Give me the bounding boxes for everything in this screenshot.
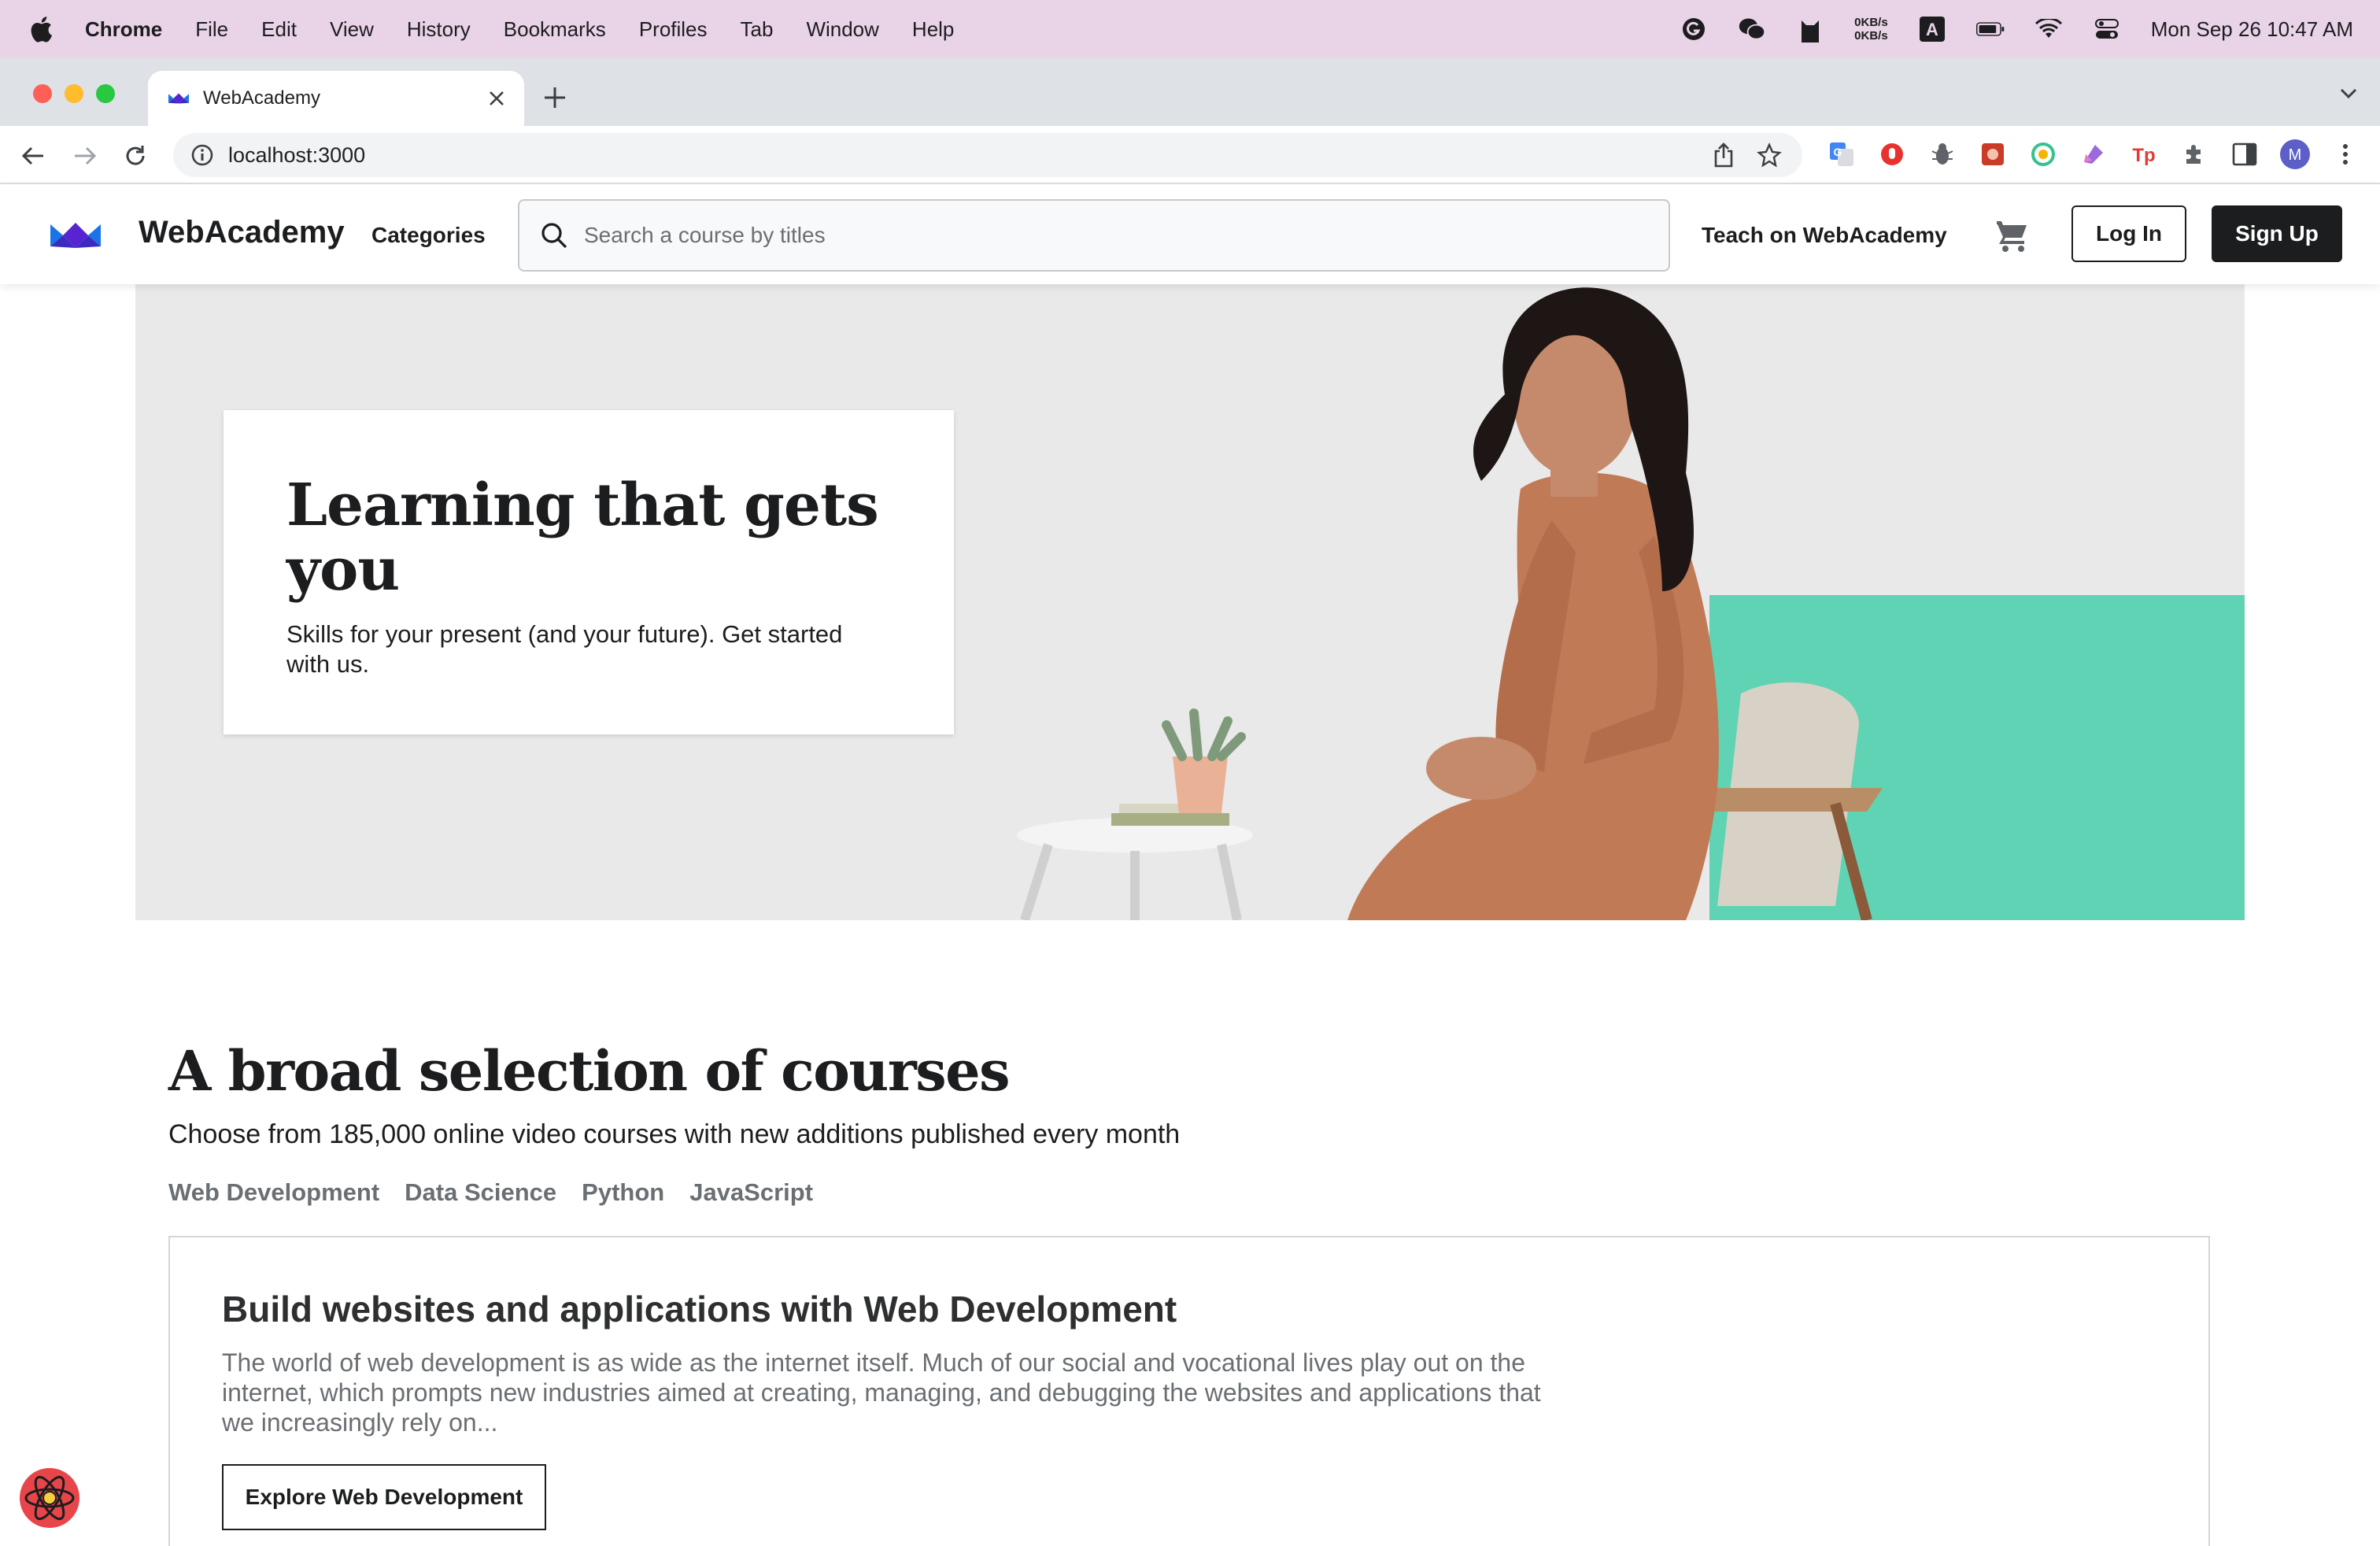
course-category-tabs: Web Development Data Science Python Java… xyxy=(168,1178,2210,1207)
panel-title: Build websites and applications with Web… xyxy=(222,1289,1177,1330)
tab-javascript[interactable]: JavaScript xyxy=(689,1178,813,1207)
menu-profiles[interactable]: Profiles xyxy=(639,17,708,42)
menu-bar-status-area: 0KB/s 0KB/s A Mon Sep 26 10:47 AM xyxy=(1680,0,2353,58)
reload-icon[interactable] xyxy=(120,140,151,172)
teach-link[interactable]: Teach on WebAcademy xyxy=(1702,223,1947,248)
back-arrow-icon[interactable] xyxy=(17,140,49,172)
tab-search-chevron-icon[interactable] xyxy=(2339,87,2358,103)
minimize-window-button[interactable] xyxy=(65,84,83,103)
extensions-puzzle-icon[interactable] xyxy=(2179,139,2210,170)
menu-file[interactable]: File xyxy=(195,17,228,42)
cart-icon[interactable] xyxy=(1993,216,2032,256)
grammarly-icon[interactable] xyxy=(1680,15,1708,43)
close-tab-icon[interactable] xyxy=(485,87,508,110)
search-icon xyxy=(538,220,570,251)
apple-icon[interactable] xyxy=(28,17,54,43)
webacademy-logo-icon[interactable] xyxy=(50,218,101,253)
tab-web-development[interactable]: Web Development xyxy=(168,1178,379,1207)
panel-description: The world of web development is as wide … xyxy=(222,1348,1541,1437)
tab-favicon-icon xyxy=(168,88,189,109)
browser-tab-active[interactable]: WebAcademy xyxy=(148,71,524,126)
site-header: WebAcademy Categories Teach on WebAcadem… xyxy=(0,185,2380,284)
wechat-icon[interactable] xyxy=(1738,15,1766,43)
browser-tab-strip: WebAcademy xyxy=(0,58,2380,126)
profile-initial: M xyxy=(2289,146,2302,164)
network-speed: 0KB/s 0KB/s xyxy=(1854,16,1888,43)
green-circle-extension-icon[interactable] xyxy=(2027,139,2059,170)
brand-name[interactable]: WebAcademy xyxy=(139,215,345,250)
menu-app-chrome[interactable]: Chrome xyxy=(85,17,162,42)
categories-menu[interactable]: Categories xyxy=(371,223,486,248)
courses-subtitle: Choose from 185,000 online video courses… xyxy=(168,1119,1181,1149)
address-bar-actions xyxy=(1713,142,1782,172)
menu-view[interactable]: View xyxy=(330,17,374,42)
course-category-panel: Build websites and applications with Web… xyxy=(168,1236,2210,1546)
side-panel-icon[interactable] xyxy=(2229,139,2260,170)
course-search[interactable] xyxy=(518,199,1670,272)
explore-button[interactable]: Explore Web Development xyxy=(222,1464,546,1530)
browser-menu-icon[interactable] xyxy=(2330,139,2361,170)
purple-extension-icon[interactable] xyxy=(2078,139,2109,170)
menu-history[interactable]: History xyxy=(407,17,471,42)
hero-subtitle: Skills for your present (and your future… xyxy=(286,620,843,678)
address-bar[interactable]: localhost:3000 xyxy=(173,133,1802,177)
bookmark-star-icon[interactable] xyxy=(1757,142,1782,172)
hero-card: Learning that gets you Skills for your p… xyxy=(224,410,954,734)
menu-edit[interactable]: Edit xyxy=(261,17,297,42)
google-translate-icon[interactable]: G xyxy=(1826,139,1857,170)
menu-tab[interactable]: Tab xyxy=(741,17,774,42)
search-input[interactable] xyxy=(584,223,1607,248)
signup-button[interactable]: Sign Up xyxy=(2212,205,2342,262)
react-devtools-icon[interactable] xyxy=(17,1466,82,1530)
courses-title: A broad selection of courses xyxy=(168,1038,1011,1104)
hero-banner: Learning that gets you Skills for your p… xyxy=(135,284,2245,920)
network-speed-down: 0KB/s xyxy=(1854,29,1888,43)
menu-window[interactable]: Window xyxy=(806,17,878,42)
menu-bar-clock[interactable]: Mon Sep 26 10:47 AM xyxy=(2151,17,2353,42)
profile-avatar[interactable]: M xyxy=(2279,139,2311,170)
wifi-icon[interactable] xyxy=(2034,15,2063,43)
battery-icon[interactable] xyxy=(1975,15,2005,43)
tab-data-science[interactable]: Data Science xyxy=(405,1178,556,1207)
close-window-button[interactable] xyxy=(33,84,52,103)
hero-title: Learning that gets you xyxy=(286,472,879,604)
tp-extension-icon[interactable]: Tp xyxy=(2128,139,2160,170)
share-icon[interactable] xyxy=(1713,142,1735,172)
site-info-icon[interactable] xyxy=(190,143,214,167)
svg-text:Tp: Tp xyxy=(2132,145,2155,166)
red-extension-icon[interactable] xyxy=(1977,139,2009,170)
menu-bookmarks[interactable]: Bookmarks xyxy=(504,17,606,42)
bug-extension-icon[interactable] xyxy=(1927,139,1958,170)
maximize-window-button[interactable] xyxy=(96,84,115,103)
tab-title: WebAcademy xyxy=(203,87,320,109)
control-center-icon[interactable] xyxy=(2093,15,2121,43)
forward-arrow-icon[interactable] xyxy=(69,140,101,172)
courses-section: A broad selection of courses Choose from… xyxy=(168,1036,2210,1546)
input-source-icon[interactable]: A xyxy=(1918,15,1946,43)
tab-python[interactable]: Python xyxy=(582,1178,664,1207)
input-source-letter: A xyxy=(1926,20,1938,39)
new-tab-button[interactable] xyxy=(543,85,567,113)
menu-help[interactable]: Help xyxy=(912,17,954,42)
browser-toolbar: localhost:3000 G Tp M xyxy=(0,126,2380,184)
address-url[interactable]: localhost:3000 xyxy=(228,143,365,168)
login-button[interactable]: Log In xyxy=(2071,205,2186,262)
macos-menu-bar: Chrome File Edit View History Bookmarks … xyxy=(0,0,2380,58)
window-controls xyxy=(33,84,115,103)
svg-text:G: G xyxy=(1834,146,1842,158)
network-speed-up: 0KB/s xyxy=(1854,16,1888,29)
cat-icon[interactable] xyxy=(1796,15,1824,43)
adblock-icon[interactable] xyxy=(1876,139,1908,170)
